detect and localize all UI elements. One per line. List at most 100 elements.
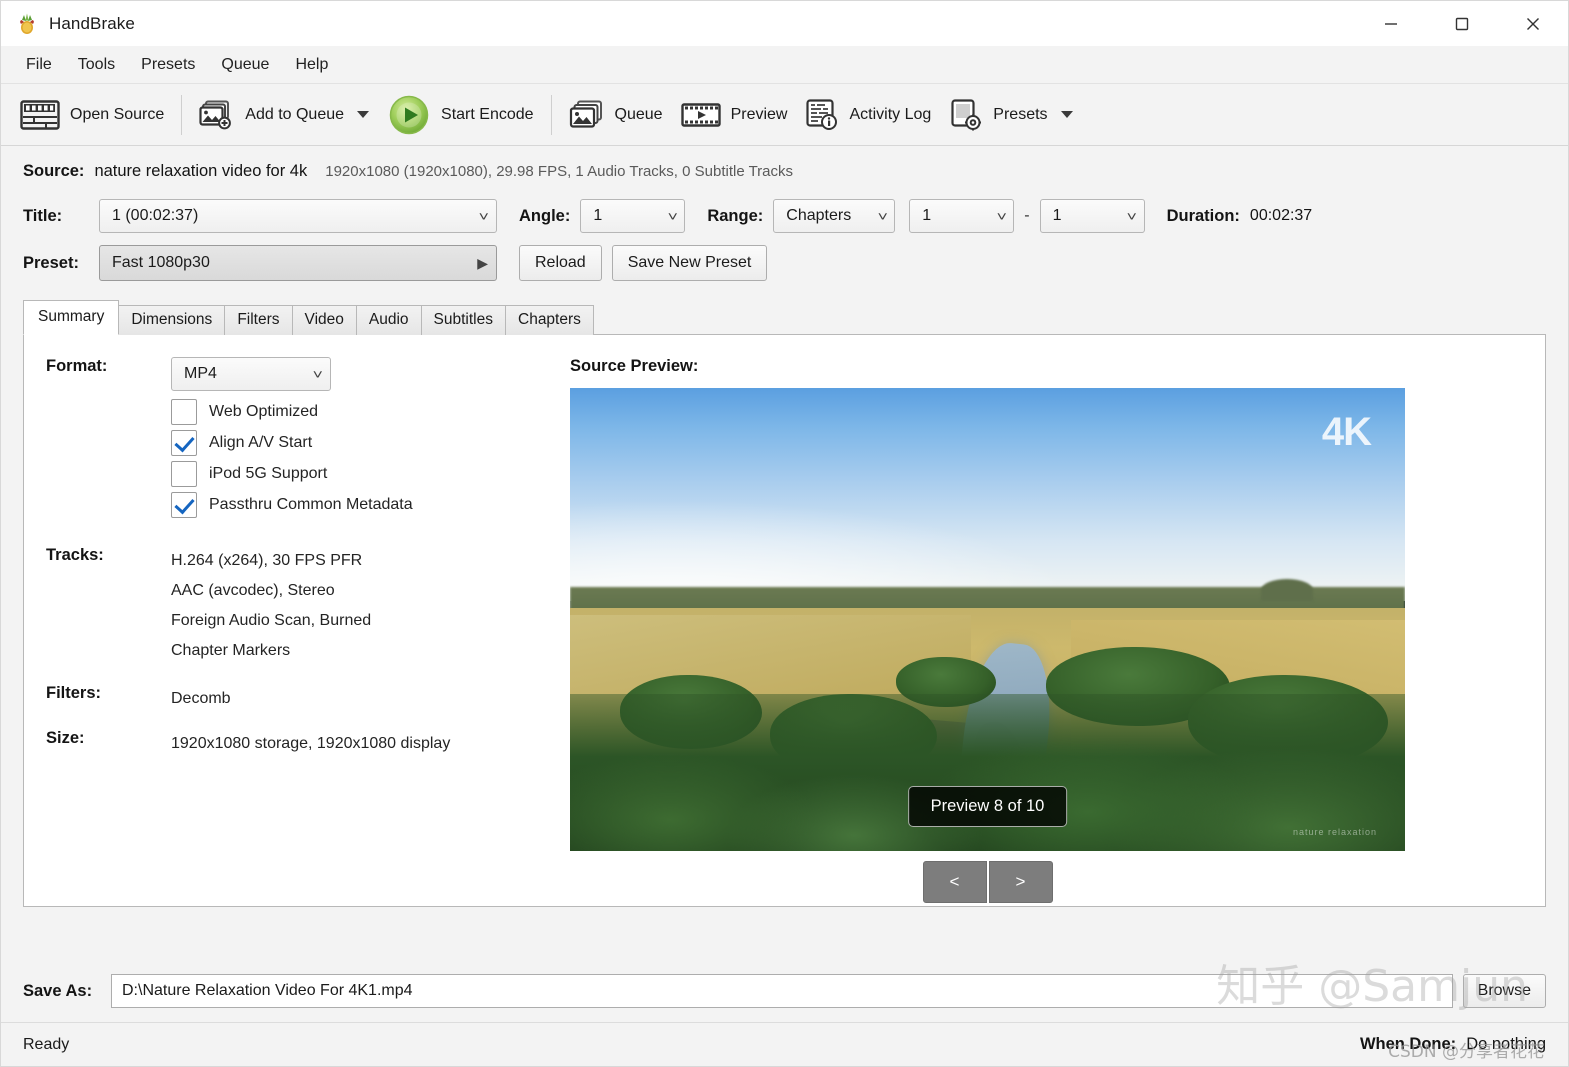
web-optimized-label: Web Optimized [209, 403, 318, 421]
preview-next-button[interactable]: > [989, 861, 1053, 903]
status-text: Ready [23, 1036, 69, 1054]
checkbox-row-ipod-5g-support[interactable]: iPod 5G Support [171, 461, 570, 487]
chevron-down-icon[interactable] [357, 111, 369, 118]
checkbox-row-web-optimized[interactable]: Web Optimized [171, 399, 570, 425]
chevron-down-icon: ˅ [996, 210, 1006, 223]
chevron-down-icon-presets[interactable] [1061, 111, 1073, 118]
range-label: Range: [707, 207, 763, 226]
queue-label: Queue [615, 106, 663, 124]
save-as-label: Save As: [23, 982, 111, 1001]
tab-subtitles[interactable]: Subtitles [421, 305, 506, 335]
range-select-value: Chapters [786, 207, 851, 225]
duration-value: 00:02:37 [1250, 207, 1312, 225]
passthru-common-metadata-checkbox[interactable] [171, 492, 197, 518]
add-to-queue-label: Add to Queue [245, 106, 344, 124]
filters-label: Filters: [46, 684, 171, 714]
preset-select-value: Fast 1080p30 [112, 254, 210, 272]
preview-index-badge: Preview 8 of 10 [908, 786, 1068, 827]
open-source-button[interactable]: Open Source [11, 92, 173, 138]
queue-button[interactable]: Queue [560, 92, 672, 138]
track-line: H.264 (x264), 30 FPS PFR [171, 546, 371, 576]
menu-bar: File Tools Presets Queue Help [1, 46, 1568, 84]
chapter-end-value: 1 [1053, 207, 1062, 225]
browse-button[interactable]: Browse [1463, 974, 1546, 1008]
chapter-end-select[interactable]: 1 ˅ [1040, 199, 1145, 233]
tab-video[interactable]: Video [292, 305, 357, 335]
track-line: Chapter Markers [171, 636, 371, 666]
title-label: Title: [23, 207, 99, 226]
title-row: Title: 1 (00:02:37) ˅ Angle: 1 ˅ Range: … [23, 199, 1546, 233]
source-preview-title: Source Preview: [570, 357, 1523, 376]
filters-row: Filters: Decomb [46, 684, 570, 714]
size-value: 1920x1080 storage, 1920x1080 display [171, 729, 450, 759]
save-as-input[interactable]: D:\Nature Relaxation Video For 4K1.mp4 [111, 974, 1453, 1008]
ipod-5g-support-label: iPod 5G Support [209, 465, 327, 483]
tab-strip: Summary Dimensions Filters Video Audio S… [23, 303, 1546, 335]
title-bar: HandBrake [1, 1, 1568, 46]
align-av-start-checkbox[interactable] [171, 430, 197, 456]
checkbox-row-align-av-start[interactable]: Align A/V Start [171, 430, 570, 456]
tab-summary[interactable]: Summary [23, 300, 119, 335]
filters-value: Decomb [171, 684, 231, 714]
start-encode-button[interactable]: Start Encode [378, 92, 543, 138]
range-select[interactable]: Chapters ˅ [773, 199, 895, 233]
add-to-queue-button[interactable]: Add to Queue [190, 92, 378, 138]
menu-item-help[interactable]: Help [282, 52, 341, 78]
menu-item-tools[interactable]: Tools [65, 52, 128, 78]
menu-item-file[interactable]: File [13, 52, 65, 78]
title-select[interactable]: 1 (00:02:37) ˅ [99, 199, 497, 233]
activity-log-button[interactable]: Activity Log [796, 92, 940, 138]
tab-dimensions[interactable]: Dimensions [118, 305, 225, 335]
menu-item-queue[interactable]: Queue [208, 52, 282, 78]
close-button[interactable] [1497, 1, 1568, 46]
preview-forest-band [570, 694, 1405, 851]
save-new-preset-button[interactable]: Save New Preset [612, 245, 768, 281]
angle-select[interactable]: 1 ˅ [580, 199, 685, 233]
chevron-down-icon: ˅ [667, 210, 677, 223]
preview-4k-overlay: 4K [1322, 410, 1371, 455]
presets-toolbar-button[interactable]: Presets [940, 92, 1081, 138]
preset-gear-icon [949, 98, 983, 132]
toolbar-separator-2 [551, 95, 552, 135]
preview-prev-button[interactable]: < [923, 861, 987, 903]
summary-left-column: Format: MP4 ˅ Web Optimized [24, 335, 570, 906]
activity-log-info-icon [805, 98, 839, 132]
status-bar: Ready When Done: Do nothing [1, 1022, 1568, 1066]
angle-select-value: 1 [593, 207, 602, 225]
size-row: Size: 1920x1080 storage, 1920x1080 displ… [46, 729, 570, 759]
activity-log-label: Activity Log [849, 106, 931, 124]
align-av-start-label: Align A/V Start [209, 434, 312, 452]
open-source-label: Open Source [70, 106, 164, 124]
chevron-down-icon: ˅ [313, 368, 323, 381]
tab-filters[interactable]: Filters [224, 305, 292, 335]
format-label: Format: [46, 357, 171, 391]
main-content: Source: nature relaxation video for 4k 1… [1, 146, 1568, 960]
main-toolbar: Open Source Add to Queue [1, 84, 1568, 146]
checkbox-row-passthru-common-metadata[interactable]: Passthru Common Metadata [171, 492, 570, 518]
tracks-values: H.264 (x264), 30 FPS PFR AAC (avcodec), … [171, 546, 371, 666]
chapter-start-value: 1 [922, 207, 931, 225]
tab-chapters[interactable]: Chapters [505, 305, 594, 335]
reload-button[interactable]: Reload [519, 245, 602, 281]
preset-select[interactable]: Fast 1080p30 ▶ [99, 245, 497, 281]
handbrake-pineapple-icon [15, 12, 39, 36]
web-optimized-checkbox[interactable] [171, 399, 197, 425]
when-done-group[interactable]: When Done: Do nothing [1360, 1035, 1546, 1054]
format-select[interactable]: MP4 ˅ [171, 357, 331, 391]
chevron-right-icon: ▶ [477, 256, 488, 270]
source-name: nature relaxation video for 4k [94, 162, 307, 181]
when-done-value[interactable]: Do nothing [1466, 1035, 1546, 1054]
presets-toolbar-label: Presets [993, 106, 1047, 124]
menu-item-presets[interactable]: Presets [128, 52, 208, 78]
ipod-5g-support-checkbox[interactable] [171, 461, 197, 487]
maximize-button[interactable] [1426, 1, 1497, 46]
preview-button[interactable]: Preview [672, 92, 797, 138]
minimize-button[interactable] [1355, 1, 1426, 46]
tracks-row: Tracks: H.264 (x264), 30 FPS PFR AAC (av… [46, 546, 570, 666]
source-preview-image[interactable]: 4K Preview 8 of 10 nature relaxation [570, 388, 1405, 851]
chapter-start-select[interactable]: 1 ˅ [909, 199, 1014, 233]
start-encode-label: Start Encode [441, 106, 534, 124]
tab-audio[interactable]: Audio [356, 305, 422, 335]
save-as-row: Save As: D:\Nature Relaxation Video For … [1, 960, 1568, 1022]
passthru-common-metadata-label: Passthru Common Metadata [209, 496, 413, 514]
